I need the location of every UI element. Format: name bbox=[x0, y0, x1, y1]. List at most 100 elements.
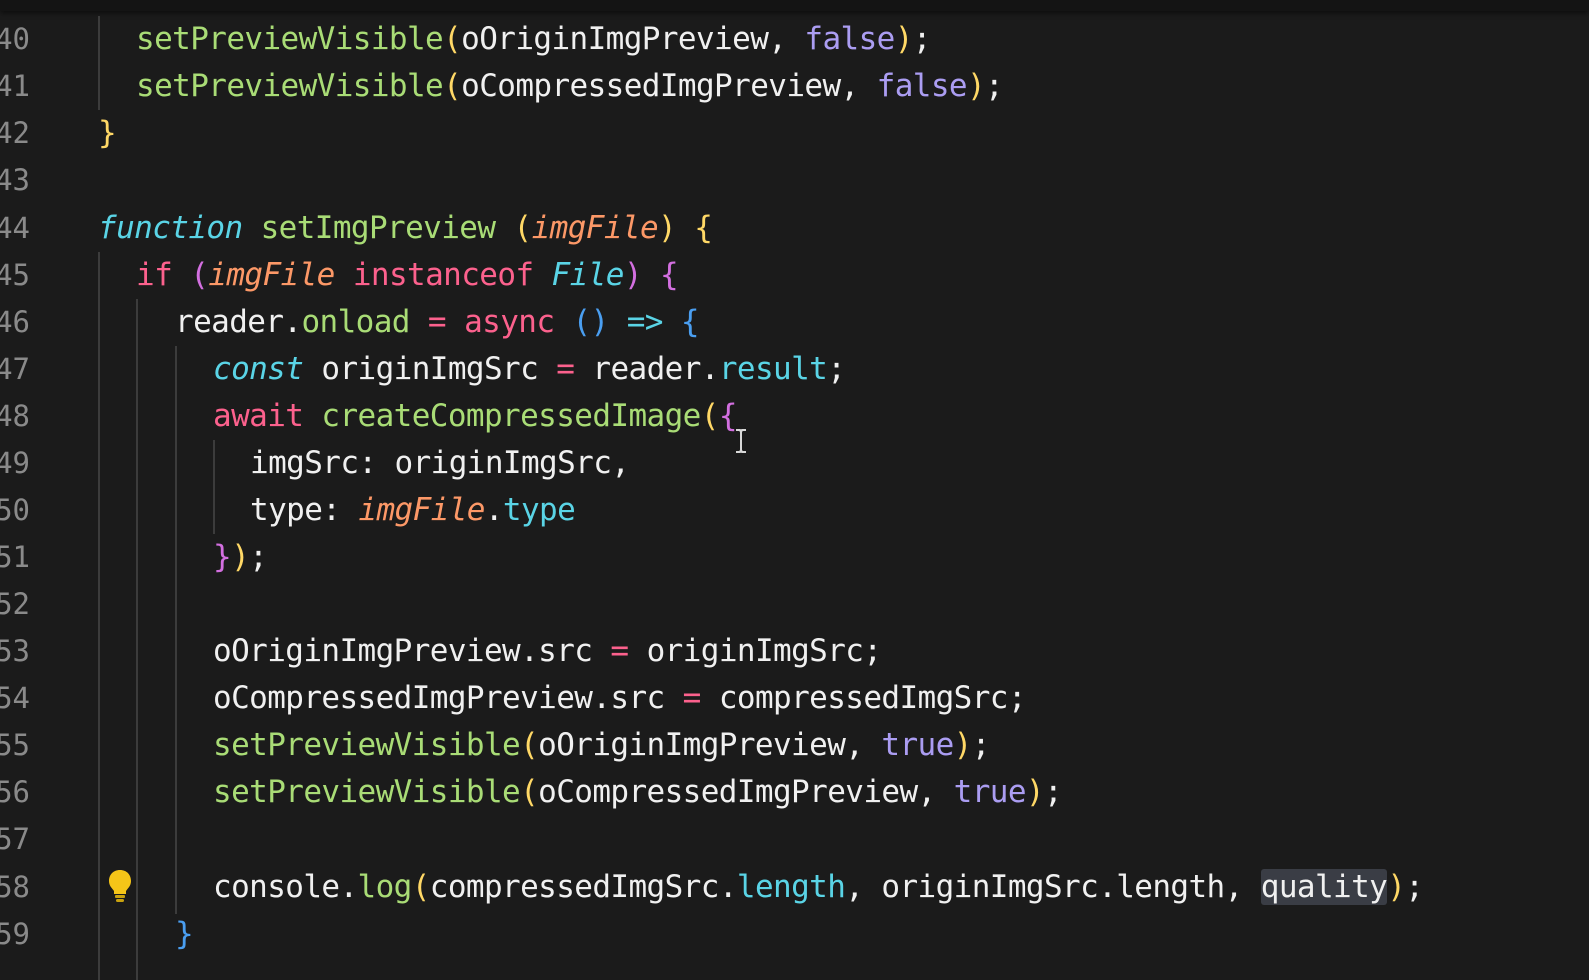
identifier: oCompressedImgPreview.src bbox=[213, 680, 665, 716]
line-code: reader.onload = async () => { bbox=[175, 299, 700, 346]
function-call: log bbox=[357, 869, 413, 905]
paren: ( bbox=[700, 398, 720, 434]
line-number: 51 bbox=[0, 540, 30, 574]
paren: ) bbox=[1025, 774, 1045, 810]
dot: . bbox=[484, 492, 504, 528]
identifier: compressedImgSrc; bbox=[718, 680, 1027, 716]
line-number: 57 bbox=[0, 822, 30, 856]
paren: () bbox=[572, 304, 609, 340]
code-line[interactable]: 40 setPreviewVisible(oOriginImgPreview, … bbox=[0, 16, 1589, 63]
line-code: setPreviewVisible(oCompressedImgPreview,… bbox=[136, 63, 1004, 110]
code-line[interactable]: 49 imgSrc: originImgSrc, bbox=[0, 440, 1589, 487]
line-code: function setImgPreview (imgFile) { bbox=[98, 205, 713, 252]
line-number: 49 bbox=[0, 446, 30, 480]
boolean-literal: false bbox=[876, 68, 968, 104]
line-code: } bbox=[98, 110, 117, 157]
lightbulb-icon[interactable] bbox=[106, 868, 134, 904]
line-code: type: imgFile.type bbox=[250, 487, 576, 534]
line-number: 44 bbox=[0, 211, 30, 245]
brace: { bbox=[694, 210, 713, 246]
parameter: imgFile bbox=[358, 492, 485, 528]
code-line[interactable]: 46 reader.onload = async () => { bbox=[0, 299, 1589, 346]
property: length bbox=[736, 869, 846, 905]
code-line[interactable]: 44 function setImgPreview (imgFile) { bbox=[0, 205, 1589, 252]
function-name: setImgPreview bbox=[260, 210, 496, 246]
line-number: 47 bbox=[0, 352, 30, 386]
brace: { bbox=[680, 304, 700, 340]
line-number: 55 bbox=[0, 728, 30, 762]
brace: } bbox=[98, 115, 117, 151]
line-code: oCompressedImgPreview.src = compressedIm… bbox=[213, 675, 1027, 722]
code-line[interactable]: 41 setPreviewVisible(oCompressedImgPrevi… bbox=[0, 63, 1589, 110]
code-line[interactable]: 53 oOriginImgPreview.src = originImgSrc; bbox=[0, 628, 1589, 675]
boolean-literal: false bbox=[804, 21, 895, 57]
argument: , originImgSrc.length, bbox=[845, 869, 1261, 905]
paren: ( bbox=[443, 21, 462, 57]
code-line[interactable]: 59 } bbox=[0, 911, 1589, 958]
keyword: function bbox=[98, 210, 243, 246]
line-code: console.log(compressedImgSrc.length, ori… bbox=[213, 864, 1424, 911]
code-line[interactable]: 57 bbox=[0, 816, 1589, 863]
code-line[interactable]: 43 bbox=[0, 157, 1589, 204]
operator: = bbox=[556, 351, 575, 387]
keyword: const bbox=[213, 351, 304, 387]
brace: } bbox=[213, 539, 232, 575]
code-line[interactable]: 54 oCompressedImgPreview.src = compresse… bbox=[0, 675, 1589, 722]
property: onload bbox=[301, 304, 410, 340]
paren: ( bbox=[513, 210, 533, 246]
code-line[interactable]: 48 await createCompressedImage({ bbox=[0, 393, 1589, 440]
paren: ) bbox=[658, 210, 677, 246]
line-code: }); bbox=[213, 534, 268, 581]
line-code: await createCompressedImage({ bbox=[213, 393, 738, 440]
keyword: await bbox=[213, 398, 304, 434]
line-number: 50 bbox=[0, 493, 30, 527]
line-number: 41 bbox=[0, 69, 30, 103]
code-line[interactable]: 47 const originImgSrc = reader.result; bbox=[0, 346, 1589, 393]
line-number: 52 bbox=[0, 587, 30, 621]
paren: ( bbox=[411, 869, 431, 905]
line-number: 54 bbox=[0, 681, 30, 715]
function-call: setPreviewVisible bbox=[136, 68, 444, 104]
code-line[interactable]: 45 if (imgFile instanceof File) { bbox=[0, 252, 1589, 299]
line-code: imgSrc: originImgSrc, bbox=[250, 440, 630, 487]
line-number: 46 bbox=[0, 305, 30, 339]
text-cursor-icon bbox=[736, 429, 746, 453]
line-number: 42 bbox=[0, 116, 30, 150]
line-number: 53 bbox=[0, 634, 30, 668]
paren: ( bbox=[520, 727, 539, 763]
identifier: reader. bbox=[592, 351, 719, 387]
code-line[interactable]: 42 } bbox=[0, 110, 1589, 157]
line-code: if (imgFile instanceof File) { bbox=[136, 252, 679, 299]
argument: oOriginImgPreview, bbox=[461, 21, 805, 57]
code-line[interactable]: 51 }); bbox=[0, 534, 1589, 581]
function-call: setPreviewVisible bbox=[136, 21, 444, 57]
line-code: const originImgSrc = reader.result; bbox=[213, 346, 846, 393]
keyword: if bbox=[136, 257, 173, 293]
line-number: 45 bbox=[0, 258, 30, 292]
line-number: 59 bbox=[0, 917, 30, 951]
code-line[interactable]: 58 console.log(compressedImgSrc.length, … bbox=[0, 864, 1589, 911]
highlighted-identifier[interactable]: quality bbox=[1260, 869, 1388, 905]
line-code: setPreviewVisible(oOriginImgPreview, tru… bbox=[213, 722, 990, 769]
code-line[interactable]: 56 setPreviewVisible(oCompressedImgPrevi… bbox=[0, 769, 1589, 816]
code-line[interactable]: 50 type: imgFile.type bbox=[0, 487, 1589, 534]
code-line[interactable]: 52 bbox=[0, 581, 1589, 628]
identifier: oOriginImgPreview.src bbox=[213, 633, 593, 669]
object-property: imgSrc: originImgSrc, bbox=[250, 445, 630, 481]
argument: oCompressedImgPreview, bbox=[538, 774, 954, 810]
semicolon: ; bbox=[912, 21, 932, 57]
paren: ) bbox=[1387, 869, 1406, 905]
code-line[interactable]: 55 setPreviewVisible(oOriginImgPreview, … bbox=[0, 722, 1589, 769]
identifier: originImgSrc bbox=[321, 351, 539, 387]
paren: ) bbox=[953, 727, 973, 763]
code-editor[interactable]: 40 setPreviewVisible(oOriginImgPreview, … bbox=[0, 0, 1589, 980]
line-code: } bbox=[175, 911, 194, 958]
keyword: instanceof bbox=[352, 257, 534, 293]
boolean-literal: true bbox=[881, 727, 954, 763]
semicolon: ; bbox=[249, 539, 268, 575]
paren: ( bbox=[190, 257, 209, 293]
semicolon: ; bbox=[985, 68, 1004, 104]
property: result bbox=[718, 351, 828, 387]
identifier: reader. bbox=[175, 304, 302, 340]
parameter: imgFile bbox=[531, 210, 659, 246]
